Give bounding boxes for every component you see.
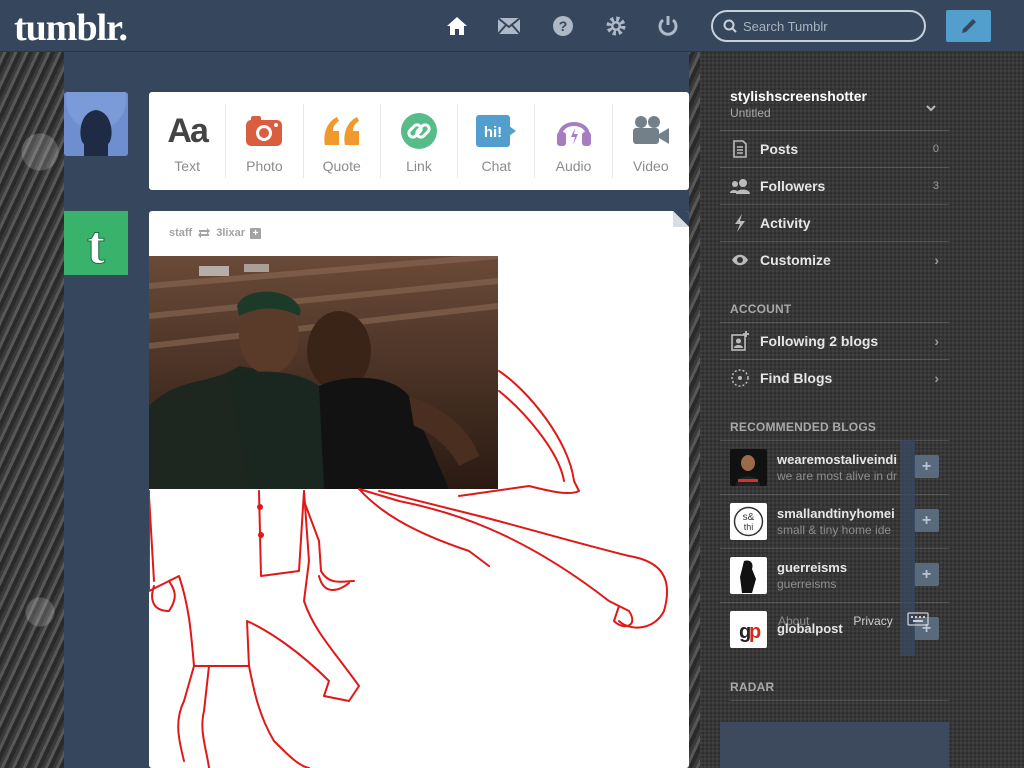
chevron-right-icon: › xyxy=(934,252,939,268)
sidebar-item-label: Find Blogs xyxy=(760,370,833,386)
post-type-audio[interactable]: Audio xyxy=(535,104,613,178)
search-input[interactable] xyxy=(743,18,913,34)
post-type-label: Link xyxy=(406,158,432,174)
privacy-link[interactable]: Privacy xyxy=(853,614,892,628)
svg-text:t: t xyxy=(87,215,105,275)
radar-heading: RADAR xyxy=(730,680,949,701)
sidebar-item-followers[interactable]: Followers 3 xyxy=(720,167,949,204)
user-avatar[interactable] xyxy=(64,92,128,156)
post-type-label: Audio xyxy=(555,158,592,174)
dashboard-post: staff 3lixar + xyxy=(149,211,689,768)
follow-blog-button[interactable]: + xyxy=(914,455,939,478)
search-icon xyxy=(723,19,737,33)
sidebar-blog-subtitle: Untitled xyxy=(730,106,771,120)
radar-panel[interactable] xyxy=(720,722,949,768)
blog-name: guerreisms xyxy=(777,560,848,575)
blog-description: we are most alive in dr xyxy=(777,469,898,483)
follow-blog-button[interactable]: + xyxy=(914,563,939,586)
quote-icon xyxy=(321,110,363,152)
sidebar-item-label: Activity xyxy=(760,215,811,231)
post-type-text[interactable]: Aa Text xyxy=(149,104,227,178)
svg-text:thi: thi xyxy=(744,522,754,532)
posts-icon xyxy=(730,139,750,159)
pencil-icon xyxy=(961,19,976,33)
link-icon xyxy=(400,110,438,152)
blog-avatar xyxy=(730,449,767,486)
post-type-label: Video xyxy=(633,158,669,174)
sidebar-item-label: Followers xyxy=(760,178,826,194)
chat-icon: hi! xyxy=(475,110,517,152)
home-icon[interactable] xyxy=(445,14,469,38)
blog-name: smallandtinyhomei xyxy=(777,506,895,521)
svg-text:?: ? xyxy=(559,18,568,34)
followers-icon xyxy=(730,176,750,196)
about-link[interactable]: About xyxy=(778,614,809,628)
account-heading: ACCOUNT xyxy=(730,302,792,316)
sidebar-item-find-blogs[interactable]: Find Blogs › xyxy=(720,359,949,396)
sidebar-footer: About Privacy xyxy=(778,612,929,629)
svg-text:p: p xyxy=(749,621,761,643)
post-type-quote[interactable]: Quote xyxy=(304,104,381,178)
top-navigation-bar: tumblr. ? xyxy=(0,0,1024,52)
post-type-bar: Aa Text Photo Quote Link hi! Chat Audio xyxy=(149,92,689,190)
sidebar-item-activity[interactable]: Activity xyxy=(720,204,949,241)
sidebar-item-posts[interactable]: Posts 0 xyxy=(720,130,949,167)
sidebar-item-customize[interactable]: Customize › xyxy=(720,241,949,278)
blog-avatar xyxy=(730,557,767,594)
search-box[interactable] xyxy=(711,10,926,42)
post-type-label: Chat xyxy=(481,158,512,174)
red-doodle-drawing xyxy=(149,370,669,768)
sidebar-item-following[interactable]: Following 2 blogs › xyxy=(720,322,949,359)
mail-icon[interactable] xyxy=(497,14,521,38)
recommended-blogs-heading: RECOMMENDED BLOGS xyxy=(730,420,877,434)
svg-text:hi!: hi! xyxy=(484,124,502,141)
post-type-link[interactable]: Link xyxy=(381,104,459,178)
blog-name: wearemostaliveindi xyxy=(777,452,897,467)
follow-blog-button[interactable]: + xyxy=(914,509,939,532)
post-type-photo[interactable]: Photo xyxy=(226,104,304,178)
following-icon xyxy=(730,331,750,351)
blog-menu-chevron-icon[interactable] xyxy=(925,100,937,118)
eye-icon xyxy=(730,250,750,270)
post-type-label: Quote xyxy=(322,158,361,174)
staff-avatar[interactable]: t xyxy=(64,211,128,275)
gear-icon[interactable] xyxy=(604,14,628,38)
tumblr-logo[interactable]: tumblr. xyxy=(14,6,128,50)
blog-avatar: s& thi xyxy=(730,503,767,540)
sidebar-item-label: Customize xyxy=(760,252,831,268)
chevron-right-icon: › xyxy=(934,370,939,386)
lightning-icon xyxy=(730,213,750,233)
post-type-video[interactable]: Video xyxy=(613,104,689,178)
post-type-chat[interactable]: hi! Chat xyxy=(458,104,536,178)
post-type-label: Text xyxy=(174,158,200,174)
text-icon: Aa xyxy=(167,111,208,150)
blog-avatar: gp xyxy=(730,611,767,648)
post-type-label: Photo xyxy=(246,158,283,174)
keyboard-shortcuts-icon[interactable] xyxy=(907,612,929,629)
video-camera-icon xyxy=(631,110,671,152)
camera-icon xyxy=(245,110,283,152)
headphones-icon xyxy=(555,110,593,152)
sidebar-item-count: 3 xyxy=(932,180,939,192)
blog-description: guerreisms xyxy=(777,577,837,591)
power-icon[interactable] xyxy=(656,14,680,38)
sidebar-item-label: Posts xyxy=(760,141,799,157)
sidebar-blog-name[interactable]: stylishscreenshotter xyxy=(730,88,867,104)
help-icon[interactable]: ? xyxy=(551,14,575,38)
sidebar-item-count: 0 xyxy=(932,143,939,155)
compose-button[interactable] xyxy=(946,10,991,42)
compass-icon xyxy=(730,368,750,388)
chevron-right-icon: › xyxy=(934,333,939,349)
sidebar-item-label: Following 2 blogs xyxy=(760,333,879,349)
blog-description: small & tiny home ide xyxy=(777,523,892,537)
